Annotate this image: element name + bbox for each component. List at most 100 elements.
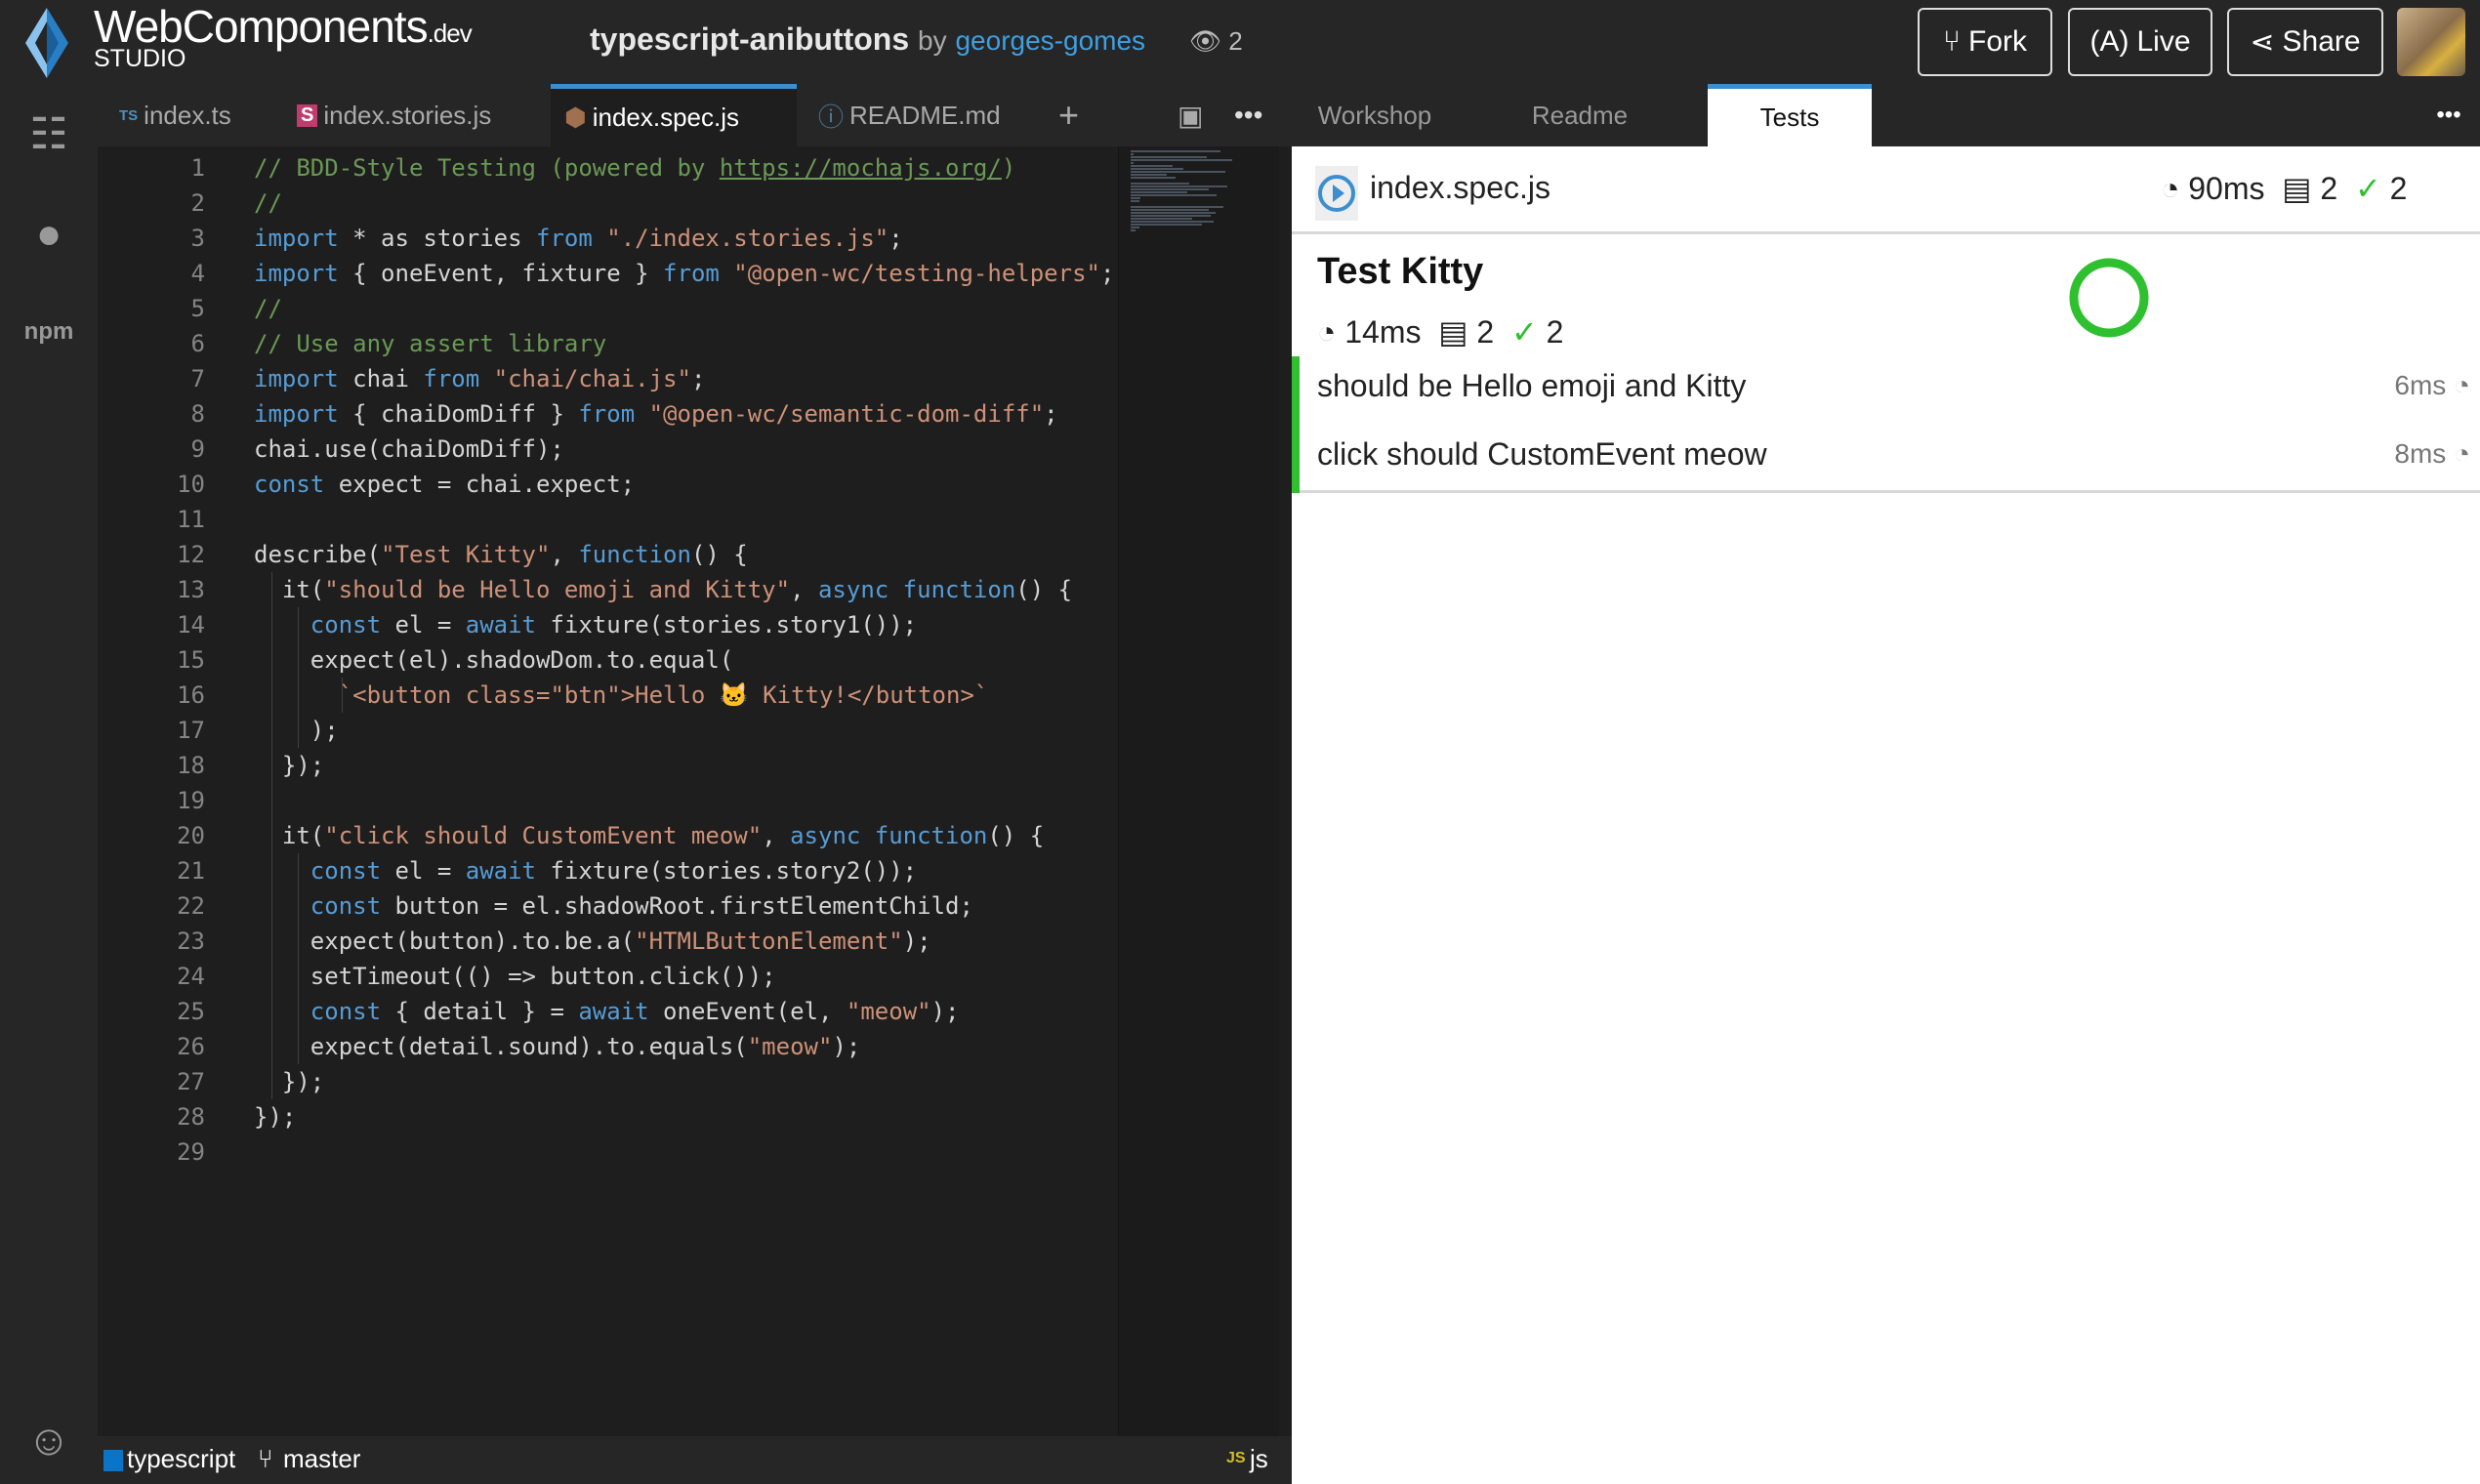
minimap[interactable] (1118, 146, 1279, 1436)
code-token: el = (381, 857, 466, 885)
code-line[interactable]: 10 const expect = chai.expect; (98, 467, 1118, 502)
indent-guide (342, 678, 343, 713)
code-line[interactable]: 3 import * as stories from "./index.stori… (98, 221, 1118, 256)
npm-icon[interactable]: npm (21, 305, 76, 359)
tab-index-ts[interactable]: TS index.ts (105, 84, 245, 146)
more-options-icon[interactable]: ••• (1220, 84, 1276, 146)
minimap-line (1131, 171, 1225, 173)
mode-label[interactable]: js (1250, 1444, 1268, 1474)
code-editor[interactable]: 1 // BDD-Style Testing (powered by https:… (98, 146, 1387, 1436)
passed-count: 2 (2389, 171, 2408, 206)
code-line[interactable]: 12 describe("Test Kitty", function() { (98, 537, 1118, 572)
code-text: it("should be Hello emoji and Kitty", as… (254, 572, 1072, 607)
code-line[interactable]: 20 it("click should CustomEvent meow", a… (98, 818, 1118, 853)
fingerprint-icon[interactable]: ☷ (21, 107, 76, 162)
line-number: 16 (177, 681, 205, 709)
code-token: el = (381, 611, 466, 639)
pass-indicator-bar (1292, 356, 1300, 493)
tab-readme-preview[interactable]: Readme (1497, 84, 1663, 146)
code-line[interactable]: 13 it("should be Hello emoji and Kitty",… (98, 572, 1118, 607)
minimap-line (1131, 186, 1227, 187)
code-line[interactable]: 9 chai.use(chaiDomDiff); (98, 432, 1118, 467)
minimap-line (1131, 221, 1214, 223)
add-file-icon[interactable]: + (1045, 84, 1093, 146)
branch-label[interactable]: master (283, 1444, 360, 1474)
info-icon: ⓘ (818, 102, 845, 132)
code-text: const expect = chai.expect; (254, 467, 635, 502)
code-line[interactable]: 17 ); (98, 713, 1118, 748)
test-case[interactable]: should be Hello emoji and Kitty 6ms ◔ (1300, 356, 2480, 425)
tab-index-spec[interactable]: ⬢ index.spec.js (551, 84, 797, 146)
code-line[interactable]: 23 expect(button).to.be.a("HTMLButtonEle… (98, 924, 1118, 959)
tests-count-icon: ▤ (1438, 314, 1468, 350)
code-line[interactable]: 24 setTimeout(() => button.click()); (98, 959, 1118, 994)
minimap-line (1131, 188, 1209, 190)
code-line[interactable]: 11 (98, 502, 1118, 537)
code-line[interactable]: 1 // BDD-Style Testing (powered by https:… (98, 150, 1118, 186)
code-line[interactable]: 28}); (98, 1099, 1118, 1134)
code-line[interactable]: 16 `<button class="btn">Hello 🐱 Kitty!</… (98, 678, 1118, 713)
code-line[interactable]: 18 }); (98, 748, 1118, 783)
code-text: import chai from "chai/chai.js"; (254, 361, 705, 396)
tab-tests[interactable]: Tests (1708, 84, 1872, 146)
code-line[interactable]: 27 }); (98, 1064, 1118, 1099)
line-number: 2 (190, 189, 205, 217)
tab-index-stories[interactable]: Sindex.stories.js (283, 84, 505, 146)
code-token: from (663, 260, 720, 287)
author-link[interactable]: georges-gomes (955, 25, 1145, 56)
language-label[interactable]: typescript (127, 1444, 235, 1474)
github-icon[interactable]: ● (21, 207, 76, 262)
mocha-icon: ⬢ (564, 103, 587, 132)
code-token: const (310, 998, 382, 1025)
more-options-icon[interactable]: ••• (2424, 84, 2473, 146)
code-text: }); (254, 748, 324, 783)
code-token: "click should CustomEvent meow" (324, 822, 763, 849)
code-token: from (536, 225, 593, 252)
line-number: 20 (177, 822, 205, 849)
code-line[interactable]: 2 // (98, 186, 1118, 221)
tab-readme[interactable]: ⓘ README.md (805, 84, 1014, 146)
code-text: setTimeout(() => button.click()); (254, 959, 776, 994)
minimap-line (1131, 174, 1168, 176)
webcomponents-logo-icon[interactable] (18, 8, 76, 78)
line-number: 17 (177, 717, 205, 744)
smiley-icon[interactable]: ☺ (21, 1414, 76, 1468)
minimap-line (1131, 206, 1224, 208)
suite-count: 2 (1476, 314, 1495, 350)
line-number: 8 (190, 400, 205, 428)
code-line[interactable]: 6 // Use any assert library (98, 326, 1118, 361)
code-line[interactable]: 14 const el = await fixture(stories.stor… (98, 607, 1118, 642)
run-tests-button[interactable] (1315, 166, 1358, 221)
test-case[interactable]: click should CustomEvent meow 8ms ◔ (1300, 425, 2480, 493)
user-avatar[interactable] (2397, 8, 2465, 76)
code-token: * as stories (338, 225, 536, 252)
tab-workshop[interactable]: Workshop (1292, 84, 1458, 146)
save-icon[interactable]: ▣ (1164, 84, 1217, 146)
share-button[interactable]: ⋖ Share (2227, 8, 2383, 76)
code-line[interactable]: 15 expect(el).shadowDom.to.equal( (98, 642, 1118, 678)
code-line[interactable]: 26 expect(detail.sound).to.equals("meow"… (98, 1029, 1118, 1064)
minimap-line (1131, 153, 1135, 155)
code-line[interactable]: 19 (98, 783, 1118, 818)
code-line[interactable]: 25 const { detail } = await oneEvent(el,… (98, 994, 1118, 1029)
code-token: ; (889, 225, 903, 252)
code-line[interactable]: 4 import { oneEvent, fixture } from "@ope… (98, 256, 1118, 291)
minimap-line (1131, 159, 1232, 161)
code-token: from (423, 365, 480, 392)
code-line[interactable]: 21 const el = await fixture(stories.stor… (98, 853, 1118, 888)
fork-button[interactable]: ⑂ Fork (1918, 8, 2052, 76)
tab-label: README.md (849, 100, 1001, 130)
minimap-line (1131, 209, 1209, 211)
live-button[interactable]: (A) Live (2068, 8, 2212, 76)
code-line[interactable]: 8 import { chaiDomDiff } from "@open-wc/s… (98, 396, 1118, 432)
code-token: ); (832, 1033, 861, 1060)
code-line[interactable]: 22 const button = el.shadowRoot.firstEle… (98, 888, 1118, 924)
play-icon (1318, 175, 1355, 212)
code-area[interactable]: 1 // BDD-Style Testing (powered by https:… (98, 146, 1118, 1436)
code-line[interactable]: 7 import chai from "chai/chai.js"; (98, 361, 1118, 396)
test-case-name: click should CustomEvent meow (1317, 436, 1767, 472)
code-line[interactable]: 29 (98, 1134, 1118, 1170)
code-line[interactable]: 5 // (98, 291, 1118, 326)
code-token: ; (690, 365, 706, 392)
